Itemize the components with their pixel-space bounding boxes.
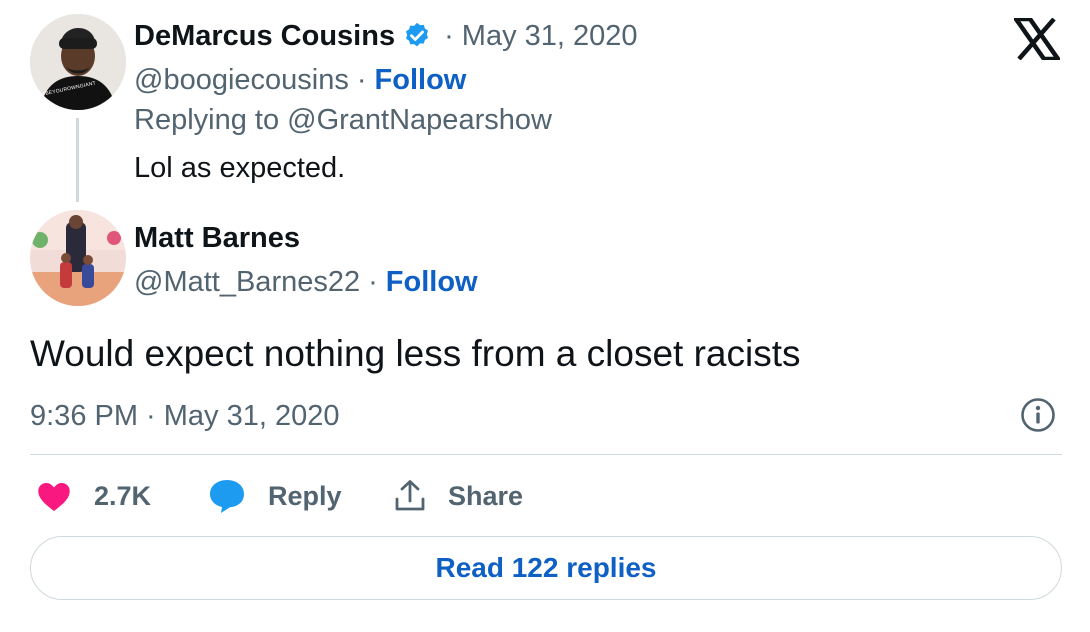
reply-button[interactable]: Reply [208, 476, 342, 516]
read-replies-button[interactable]: Read 122 replies [30, 536, 1062, 600]
read-replies-label: Read 122 replies [435, 552, 657, 583]
share-button[interactable]: Share [394, 476, 523, 516]
replying-to-text[interactable]: Replying to @GrantNapearshow [134, 100, 552, 140]
tweet-handle-row: @Matt_Barnes22 · Follow [134, 262, 478, 302]
thread-connector-line [76, 118, 79, 202]
info-icon[interactable] [1020, 397, 1056, 433]
parent-handle[interactable]: @boogiecousins [134, 64, 349, 97]
reply-bubble-icon [208, 478, 246, 514]
x-logo-icon[interactable] [1011, 16, 1063, 62]
avatar-matt-barnes[interactable] [30, 210, 126, 306]
parent-handle-dot: · [356, 63, 367, 96]
like-button[interactable]: 2.7K [36, 476, 151, 516]
reply-label: Reply [268, 480, 342, 511]
tweet-timestamp[interactable]: 9:36 PM · May 31, 2020 [30, 396, 340, 436]
like-count: 2.7K [94, 480, 152, 511]
parent-follow-link[interactable]: Follow [375, 64, 467, 97]
tweet-handle[interactable]: @Matt_Barnes22 [134, 266, 360, 299]
heart-icon [36, 480, 72, 512]
verified-badge-icon [402, 21, 432, 51]
parent-date[interactable]: · May 31, 2020 [444, 20, 637, 53]
avatar-matt-image [30, 210, 126, 306]
parent-handle-row: @boogiecousins · Follow [134, 60, 466, 100]
parent-tweet-header: DeMarcus Cousins · May 31, 2020 [134, 16, 638, 56]
tweet-follow-link[interactable]: Follow [386, 266, 478, 299]
parent-author-name[interactable]: DeMarcus Cousins [134, 20, 395, 53]
parent-tweet-text: Lol as expected. [134, 152, 346, 184]
tweet-author-name[interactable]: Matt Barnes [134, 218, 300, 258]
tweet-text: Would expect nothing less from a closet … [30, 333, 801, 374]
share-label: Share [448, 480, 524, 511]
tweet-handle-dot: · [368, 265, 378, 298]
share-icon [394, 479, 426, 513]
actions-divider [30, 454, 1062, 455]
